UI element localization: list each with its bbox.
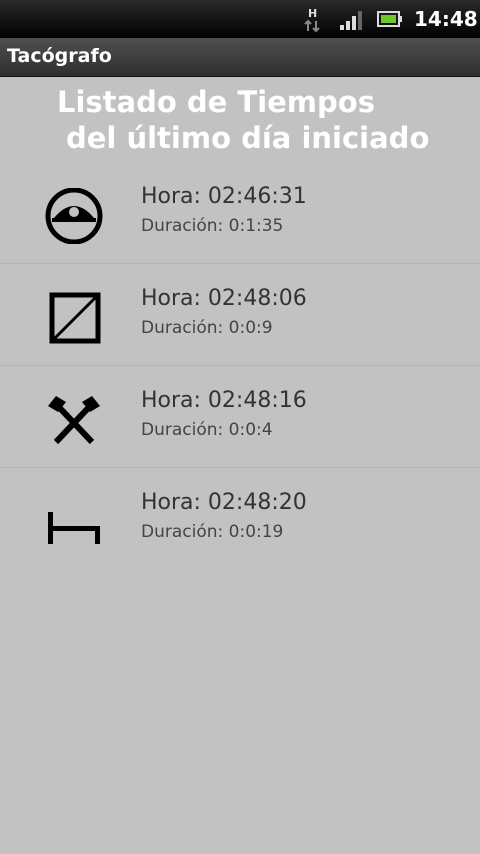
rest-bed-icon	[48, 512, 100, 544]
list-item[interactable]: Hora: 02:48:06 Duración: 0:0:9	[0, 264, 480, 366]
entry-time: Hora: 02:46:31	[141, 184, 307, 209]
entry-duration: Duración: 0:0:9	[141, 318, 273, 338]
entry-duration: Duración: 0:0:19	[141, 522, 284, 542]
heading-line-2: del último día iniciado	[66, 121, 430, 155]
app-title: Tacógrafo	[7, 45, 112, 67]
list-item[interactable]: Hora: 02:48:20 Duración: 0:0:19	[0, 468, 480, 569]
entry-duration: Duración: 0:0:4	[141, 420, 273, 440]
network-h-icon: H	[304, 7, 320, 33]
time-entries-list: Hora: 02:46:31 Duración: 0:1:35 Hora: 02…	[0, 162, 480, 569]
entry-duration: Duración: 0:1:35	[141, 216, 284, 236]
entry-time: Hora: 02:48:20	[141, 490, 307, 515]
list-item[interactable]: Hora: 02:48:16 Duración: 0:0:4	[0, 366, 480, 468]
availability-icon	[49, 292, 101, 344]
battery-icon	[377, 11, 402, 27]
status-time: 14:48	[414, 7, 478, 31]
status-bar: H 14:48	[0, 0, 480, 38]
heading-line-1: Listado de Tiempos	[57, 85, 375, 119]
page-heading: Listado de Tiempos del último día inicia…	[0, 84, 480, 156]
list-item[interactable]: Hora: 02:46:31 Duración: 0:1:35	[0, 162, 480, 264]
app-title-bar: Tacógrafo	[0, 38, 480, 77]
work-hammers-icon	[48, 396, 100, 445]
entry-time: Hora: 02:48:16	[141, 388, 307, 413]
signal-icon	[340, 11, 362, 30]
entry-time: Hora: 02:48:06	[141, 286, 307, 311]
driving-icon	[45, 188, 103, 244]
svg-text:H: H	[308, 7, 317, 20]
